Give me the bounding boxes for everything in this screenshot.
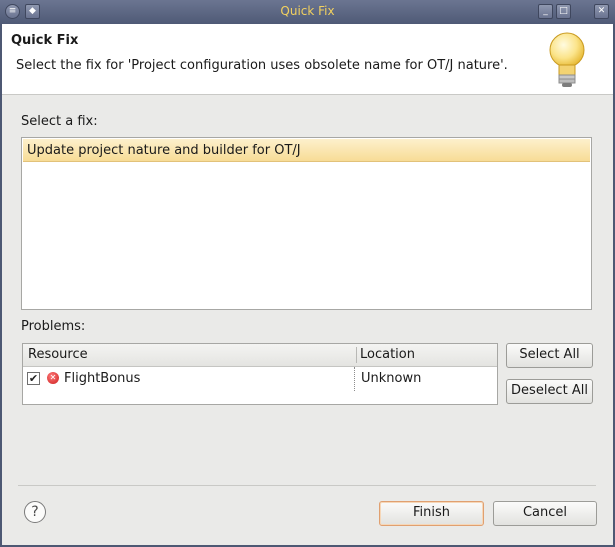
resource-cell: FlightBonus	[64, 371, 141, 386]
table-header: Resource Location	[23, 344, 497, 367]
dialog-client-area: Quick Fix Select the fix for 'Project co…	[2, 24, 613, 545]
select-fix-label: Select a fix:	[21, 114, 98, 129]
problems-table[interactable]: Resource Location ✔ ✕ FlightBonus Unknow…	[22, 343, 498, 405]
location-cell: Unknown	[361, 371, 422, 386]
dialog-title: Quick Fix	[11, 33, 79, 48]
close-icon[interactable]: ✕	[594, 4, 609, 19]
cancel-button[interactable]: Cancel	[493, 501, 597, 526]
problem-checkbox[interactable]: ✔	[27, 372, 40, 385]
cell-divider	[354, 367, 355, 391]
deselect-all-button[interactable]: Deselect All	[506, 379, 593, 404]
error-icon: ✕	[47, 372, 59, 384]
finish-button[interactable]: Finish	[379, 501, 484, 526]
column-divider	[356, 347, 357, 363]
column-header-resource[interactable]: Resource	[28, 347, 88, 362]
dialog-message: Select the fix for 'Project configuratio…	[16, 58, 508, 73]
maximize-icon[interactable]: □	[556, 4, 571, 19]
help-icon[interactable]: ?	[24, 501, 46, 523]
table-row[interactable]: ✔ ✕ FlightBonus Unknown	[23, 367, 497, 391]
minimize-icon[interactable]: _	[538, 4, 553, 19]
quick-fix-window: ≡ ◆ Quick Fix _ □ ✕ Quick Fix Select the…	[0, 0, 615, 547]
footer-separator	[18, 485, 596, 486]
lightbulb-icon	[549, 32, 585, 87]
window-title: Quick Fix	[280, 4, 335, 18]
column-header-location[interactable]: Location	[360, 347, 415, 362]
dialog-header: Quick Fix Select the fix for 'Project co…	[2, 24, 613, 95]
title-bar[interactable]: ≡ ◆ Quick Fix _ □ ✕	[0, 0, 615, 24]
fix-list[interactable]: Update project nature and builder for OT…	[21, 137, 592, 310]
fix-item[interactable]: Update project nature and builder for OT…	[23, 139, 590, 162]
problems-label: Problems:	[21, 319, 86, 334]
select-all-button[interactable]: Select All	[506, 343, 593, 368]
